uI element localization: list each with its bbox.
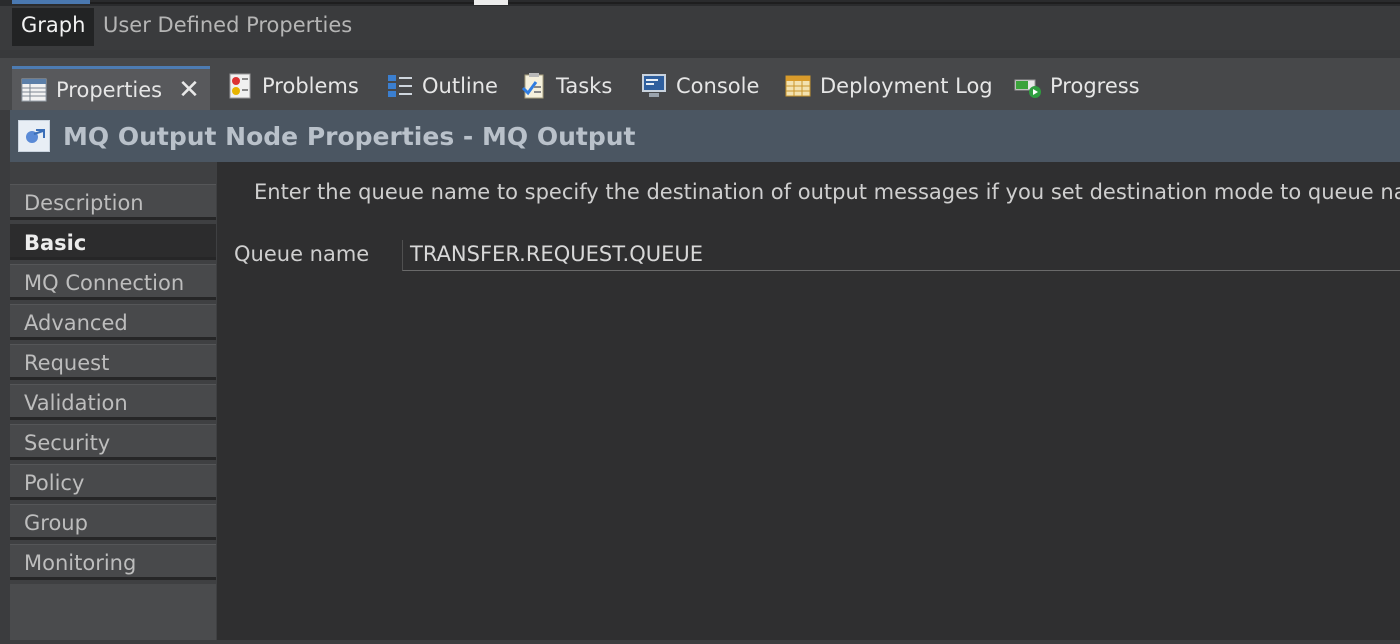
problems-icon xyxy=(226,72,254,100)
properties-icon xyxy=(20,76,48,104)
deployment-log-icon xyxy=(784,72,812,100)
tab-outline-label: Outline xyxy=(422,74,498,98)
property-sections-sidebar: Description Basic MQ Connection Advanced… xyxy=(10,162,217,644)
progress-icon xyxy=(1014,72,1042,100)
editor-tab-bar: Graph User Defined Properties xyxy=(0,6,1400,50)
sidebar-filler xyxy=(10,584,216,640)
page-title: MQ Output Node Properties - MQ Output xyxy=(63,121,636,151)
mq-output-node-icon xyxy=(18,120,50,152)
sidebar-item-basic[interactable]: Basic xyxy=(10,224,216,260)
tab-outline[interactable]: Outline xyxy=(386,66,498,106)
tab-properties-label: Properties xyxy=(56,77,163,102)
tab-problems[interactable]: Problems xyxy=(226,66,359,106)
active-editor-indicator xyxy=(12,0,90,4)
tab-user-defined-properties[interactable]: User Defined Properties xyxy=(94,8,361,46)
close-icon[interactable]: ✕ xyxy=(178,77,200,103)
top-divider xyxy=(90,2,1400,4)
sidebar-item-monitoring[interactable]: Monitoring xyxy=(10,544,216,580)
view-tab-bar: Properties ✕ Problems Outline Tasks Cons… xyxy=(0,58,1400,110)
queue-name-value: TRANSFER.REQUEST.QUEUE xyxy=(410,242,704,266)
tab-tasks[interactable]: Tasks xyxy=(520,66,612,106)
outline-icon xyxy=(386,72,414,100)
tab-graph[interactable]: Graph xyxy=(12,8,95,46)
tab-progress[interactable]: Progress xyxy=(1014,66,1140,106)
editor-fragment xyxy=(474,0,508,5)
divider xyxy=(0,50,1400,58)
sidebar-item-group[interactable]: Group xyxy=(10,504,216,540)
console-icon xyxy=(640,72,668,100)
basic-properties-panel: Enter the queue name to specify the dest… xyxy=(217,162,1400,640)
tab-deployment-log[interactable]: Deployment Log xyxy=(784,66,993,106)
sidebar-item-mq-connection[interactable]: MQ Connection xyxy=(10,264,216,300)
sidebar-item-advanced[interactable]: Advanced xyxy=(10,304,216,340)
tab-problems-label: Problems xyxy=(262,74,359,98)
tab-progress-label: Progress xyxy=(1050,74,1140,98)
sidebar-item-security[interactable]: Security xyxy=(10,424,216,460)
tab-console[interactable]: Console xyxy=(640,66,759,106)
tab-deployment-log-label: Deployment Log xyxy=(820,74,993,98)
sidebar-item-validation[interactable]: Validation xyxy=(10,384,216,420)
tasks-icon xyxy=(520,72,548,100)
tab-tasks-label: Tasks xyxy=(556,74,613,98)
sidebar-item-request[interactable]: Request xyxy=(10,344,216,380)
queue-name-field[interactable]: TRANSFER.REQUEST.QUEUE xyxy=(402,240,1400,271)
sidebar-item-description[interactable]: Description xyxy=(10,184,216,220)
bottom-border xyxy=(0,640,1400,644)
tab-properties[interactable]: Properties ✕ xyxy=(12,66,210,110)
sidebar-item-policy[interactable]: Policy xyxy=(10,464,216,500)
properties-header: MQ Output Node Properties - MQ Output xyxy=(10,110,1400,162)
tab-console-label: Console xyxy=(676,74,760,98)
section-description: Enter the queue name to specify the dest… xyxy=(254,180,1400,204)
queue-name-label: Queue name xyxy=(234,242,370,266)
